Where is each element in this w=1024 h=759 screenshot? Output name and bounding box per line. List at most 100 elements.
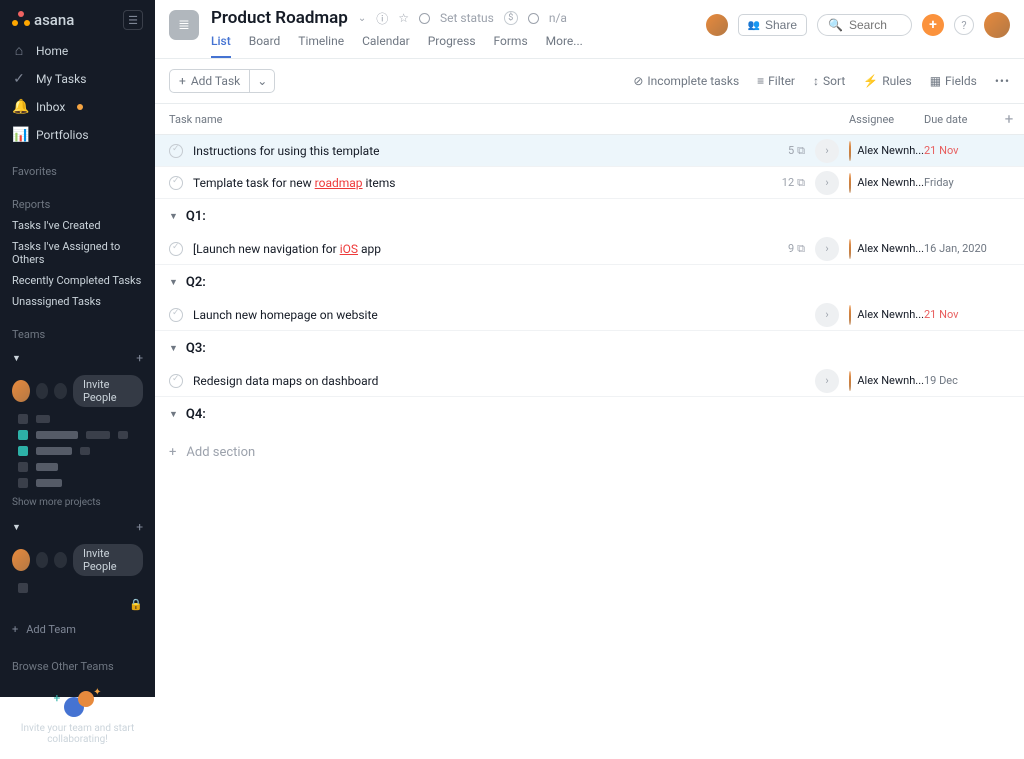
open-details-button[interactable]: › [815, 303, 839, 327]
project-item[interactable] [0, 580, 155, 596]
add-column-button[interactable]: + [994, 110, 1024, 128]
complete-toggle[interactable] [169, 308, 183, 322]
project-title[interactable]: Product Roadmap [211, 8, 348, 28]
more-actions-button[interactable]: ••• [995, 74, 1010, 88]
tab-calendar[interactable]: Calendar [362, 34, 410, 58]
add-task-caret[interactable]: ⌄ [249, 70, 274, 92]
show-more-projects[interactable]: Show more projects [0, 491, 155, 514]
help-button[interactable]: ? [954, 15, 974, 35]
nav-home[interactable]: ⌂ Home [0, 36, 155, 65]
col-task-name[interactable]: Task name [155, 113, 765, 126]
project-icon[interactable]: ≣ [169, 10, 199, 40]
fields-button[interactable]: ▦Fields [930, 74, 977, 88]
team-expand-2[interactable]: ▼ + [0, 514, 155, 540]
due-date[interactable]: 16 Jan, 2020 [924, 242, 994, 255]
star-icon[interactable]: ☆ [398, 11, 409, 25]
share-button[interactable]: 👥 Share [738, 14, 807, 36]
profile-avatar[interactable] [984, 12, 1010, 38]
project-header: ≣ Product Roadmap ⌄ ⓘ ☆ Set status $ n/a… [155, 0, 1024, 59]
open-details-button[interactable]: › [815, 237, 839, 261]
report-link[interactable]: Tasks I've Created [0, 215, 155, 236]
browse-teams[interactable]: Browse Other Teams [0, 646, 155, 687]
status-indicator-icon[interactable] [419, 13, 430, 24]
privacy-indicator-icon[interactable] [528, 13, 539, 24]
nav-inbox[interactable]: 🔔 Inbox [0, 93, 155, 121]
add-project-button[interactable]: + [136, 351, 143, 365]
task-row[interactable]: Instructions for using this template 5⧉ … [155, 135, 1024, 167]
tab-list[interactable]: List [211, 34, 231, 58]
report-link[interactable]: Unassigned Tasks [0, 291, 155, 312]
section-header[interactable]: ▼ Q2: [155, 265, 1024, 299]
due-date[interactable]: 19 Dec [924, 374, 994, 387]
task-row[interactable]: Launch new homepage on website › Alex Ne… [155, 299, 1024, 331]
search-input[interactable]: 🔍 [817, 14, 912, 36]
assignee-name: Alex Newnh... [857, 308, 924, 321]
section-header[interactable]: ▼ Q1: [155, 199, 1024, 233]
section-label: Q2: [186, 275, 206, 290]
tab-forms[interactable]: Forms [494, 34, 528, 58]
open-details-button[interactable]: › [815, 369, 839, 393]
tab-progress[interactable]: Progress [428, 34, 476, 58]
task-row[interactable]: [Launch new navigation for iOS app 9⧉ › … [155, 233, 1024, 265]
complete-toggle[interactable] [169, 242, 183, 256]
add-section-button[interactable]: + Add section [155, 431, 1024, 474]
completion-filter[interactable]: ⊘Incomplete tasks [633, 74, 739, 88]
tab-board[interactable]: Board [249, 34, 281, 58]
nav-label: Home [36, 44, 68, 58]
invite-people-button[interactable]: Invite People [73, 375, 143, 407]
invite-footer[interactable]: +✦ Invite your team and start collaborat… [0, 687, 155, 759]
report-link[interactable]: Tasks I've Assigned to Others [0, 236, 155, 270]
complete-toggle[interactable] [169, 374, 183, 388]
open-details-button[interactable]: › [815, 171, 839, 195]
lock-icon: 🔒 [129, 598, 143, 611]
assignee-name: Alex Newnh... [857, 176, 924, 189]
nav-my-tasks[interactable]: ✓ My Tasks [0, 65, 155, 93]
team-expand[interactable]: ▼ + [0, 345, 155, 371]
asana-logo[interactable]: asana [12, 11, 74, 29]
task-row[interactable]: Redesign data maps on dashboard › Alex N… [155, 365, 1024, 397]
subtask-count: 5 [788, 144, 794, 157]
due-date[interactable]: 21 Nov [924, 144, 994, 157]
due-date[interactable]: Friday [924, 176, 994, 189]
search-field[interactable] [849, 18, 909, 32]
invite-art-icon: +✦ [48, 687, 108, 717]
section-header[interactable]: ▼ Q4: [155, 397, 1024, 431]
project-item[interactable] [0, 411, 155, 427]
chevron-down-icon[interactable]: ⌄ [358, 13, 366, 24]
report-link[interactable]: Recently Completed Tasks [0, 270, 155, 291]
collapse-sidebar-button[interactable]: ☰ [123, 10, 143, 30]
project-item[interactable] [0, 427, 155, 443]
add-team-button[interactable]: + Add Team [0, 613, 155, 646]
dollar-icon[interactable]: $ [504, 11, 518, 25]
filter-button[interactable]: ≡Filter [757, 74, 795, 88]
open-details-button[interactable]: › [815, 139, 839, 163]
complete-toggle[interactable] [169, 176, 183, 190]
rules-button[interactable]: ⚡Rules [863, 74, 911, 88]
add-task-label: Add Task [191, 74, 240, 88]
col-due-date[interactable]: Due date [924, 113, 994, 126]
complete-toggle[interactable] [169, 144, 183, 158]
fields-icon: ▦ [930, 74, 941, 88]
global-add-button[interactable]: + [922, 14, 944, 36]
info-icon[interactable]: ⓘ [376, 10, 388, 27]
sidebar: asana ☰ ⌂ Home ✓ My Tasks 🔔 Inbox 📊 Port… [0, 0, 155, 697]
nav-portfolios[interactable]: 📊 Portfolios [0, 121, 155, 149]
section-header[interactable]: ▼ Q3: [155, 331, 1024, 365]
sort-button[interactable]: ↕Sort [813, 74, 845, 88]
project-item[interactable] [0, 475, 155, 491]
tab-more[interactable]: More... [546, 34, 583, 58]
project-item[interactable] [0, 443, 155, 459]
add-task-button[interactable]: +Add Task ⌄ [169, 69, 275, 93]
task-row[interactable]: Template task for new roadmap items 12⧉ … [155, 167, 1024, 199]
avatar[interactable] [706, 14, 728, 36]
add-section-label: Add section [186, 445, 255, 460]
due-date[interactable]: 21 Nov [924, 308, 994, 321]
avatar [849, 305, 851, 325]
project-item[interactable] [0, 459, 155, 475]
set-status-button[interactable]: Set status [440, 11, 494, 25]
invite-people-button[interactable]: Invite People [73, 544, 143, 576]
avatar [36, 552, 49, 568]
col-assignee[interactable]: Assignee [849, 113, 924, 126]
tab-timeline[interactable]: Timeline [298, 34, 344, 58]
add-project-button[interactable]: + [136, 520, 143, 534]
